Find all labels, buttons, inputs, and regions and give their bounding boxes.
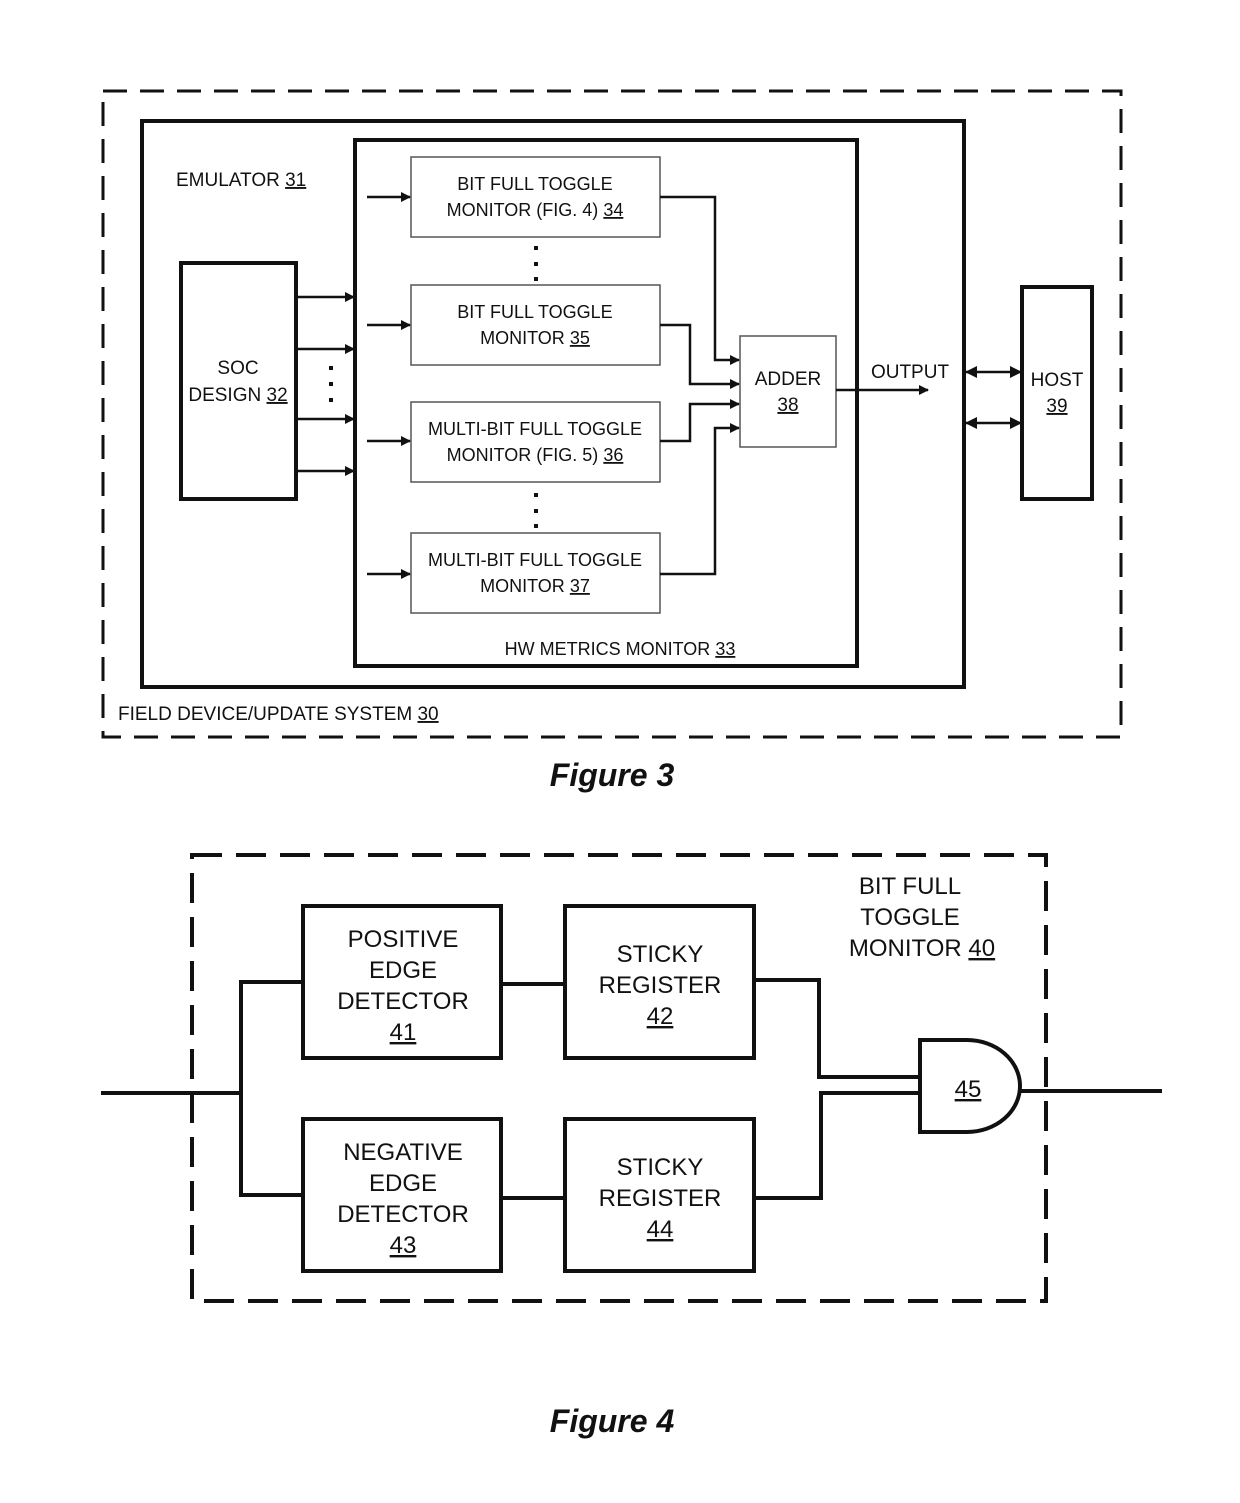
- host-label: HOST: [1031, 370, 1084, 391]
- svg-text:STICKY: STICKY: [617, 941, 704, 968]
- soc-ellipsis: [329, 366, 333, 402]
- figure-3: FIELD DEVICE/UPDATE SYSTEM 30 EMULATOR 3…: [101, 89, 1123, 793]
- svg-text:EDGE: EDGE: [369, 957, 437, 984]
- input-wires: [101, 980, 303, 1197]
- patent-figures: FIELD DEVICE/UPDATE SYSTEM 30 EMULATOR 3…: [101, 89, 1162, 1439]
- soc-output-arrows: [296, 292, 355, 476]
- sticky-register-42: STICKY REGISTER 42: [563, 904, 756, 1060]
- svg-text:MONITOR (FIG. 5) 36: MONITOR (FIG. 5) 36: [447, 445, 624, 465]
- svg-text:TOGGLE: TOGGLE: [860, 904, 960, 931]
- soc-design-box: [179, 261, 298, 501]
- svg-text:BIT FULL TOGGLE: BIT FULL TOGGLE: [457, 174, 612, 194]
- svg-text:MONITOR 35: MONITOR 35: [480, 328, 590, 348]
- svg-text:MULTI-BIT FULL TOGGLE: MULTI-BIT FULL TOGGLE: [428, 419, 642, 439]
- svg-text:45: 45: [955, 1076, 982, 1103]
- figure-4-caption: Figure 4: [550, 1403, 675, 1439]
- svg-text:MULTI-BIT FULL TOGGLE: MULTI-BIT FULL TOGGLE: [428, 550, 642, 570]
- detector-to-register-wires: [501, 982, 565, 1200]
- negative-edge-detector: NEGATIVE EDGE DETECTOR 43: [301, 1117, 503, 1273]
- svg-text:42: 42: [647, 1003, 674, 1030]
- monitor-ellipsis: [534, 246, 538, 528]
- svg-text:DETECTOR: DETECTOR: [337, 988, 469, 1015]
- svg-text:EDGE: EDGE: [369, 1170, 437, 1197]
- svg-text:STICKY: STICKY: [617, 1154, 704, 1181]
- svg-text:REGISTER: REGISTER: [599, 972, 722, 999]
- emulator-label: EMULATOR 31: [176, 170, 306, 191]
- soc-label-line1: SOC: [217, 358, 258, 379]
- svg-text:41: 41: [390, 1019, 417, 1046]
- host-box: [1020, 285, 1094, 501]
- figure-4: BIT FULL TOGGLE MONITOR 40 POSITIVE EDGE…: [101, 853, 1162, 1439]
- and-gate-45: 45: [918, 1038, 1022, 1134]
- svg-text:44: 44: [647, 1216, 674, 1243]
- positive-edge-detector: POSITIVE EDGE DETECTOR 41: [301, 904, 503, 1060]
- monitor-35: BIT FULL TOGGLE MONITOR 35: [410, 284, 661, 366]
- monitor-37: MULTI-BIT FULL TOGGLE MONITOR 37: [410, 532, 661, 614]
- svg-text:NEGATIVE: NEGATIVE: [343, 1139, 463, 1166]
- svg-text:REGISTER: REGISTER: [599, 1185, 722, 1212]
- adder-label: ADDER: [755, 369, 822, 390]
- svg-text:MONITOR 40: MONITOR 40: [849, 935, 995, 962]
- soc-label-line2: DESIGN 32: [188, 385, 287, 406]
- monitor-input-arrows: [367, 192, 411, 579]
- svg-text:43: 43: [390, 1232, 417, 1259]
- host-ref: 39: [1046, 396, 1067, 417]
- hw-monitor-label: HW METRICS MONITOR 33: [505, 639, 736, 659]
- monitor-34: BIT FULL TOGGLE MONITOR (FIG. 4) 34: [410, 156, 661, 238]
- system-label: FIELD DEVICE/UPDATE SYSTEM 30: [118, 704, 439, 725]
- svg-text:MONITOR 37: MONITOR 37: [480, 576, 590, 596]
- host-link-arrows: [965, 366, 1022, 429]
- svg-text:BIT FULL TOGGLE: BIT FULL TOGGLE: [457, 302, 612, 322]
- output-label: OUTPUT: [871, 362, 950, 383]
- svg-text:POSITIVE: POSITIVE: [348, 926, 459, 953]
- register-to-gate-wires: [754, 978, 920, 1200]
- adder-box: [739, 335, 837, 448]
- figure-3-caption: Figure 3: [550, 757, 675, 793]
- monitor-36: MULTI-BIT FULL TOGGLE MONITOR (FIG. 5) 3…: [410, 401, 661, 483]
- monitor-40-label: BIT FULL TOGGLE MONITOR 40: [849, 873, 995, 962]
- svg-text:DETECTOR: DETECTOR: [337, 1201, 469, 1228]
- sticky-register-44: STICKY REGISTER 44: [563, 1117, 756, 1273]
- adder-ref: 38: [777, 395, 798, 416]
- svg-text:BIT FULL: BIT FULL: [859, 873, 961, 900]
- svg-text:MONITOR (FIG. 4) 34: MONITOR (FIG. 4) 34: [447, 200, 624, 220]
- monitor-to-adder-wires: [660, 195, 740, 576]
